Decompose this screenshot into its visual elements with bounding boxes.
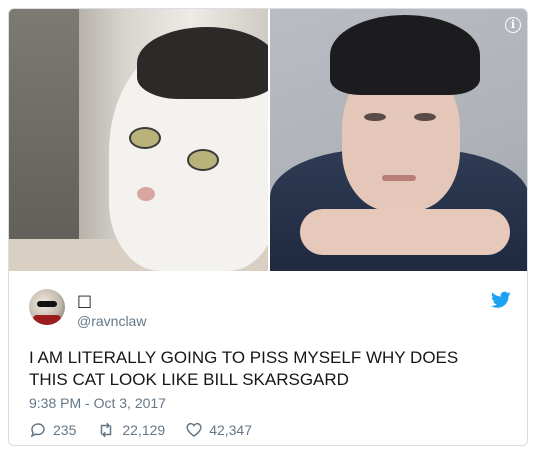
cat-photo[interactable] — [9, 9, 268, 271]
man-photo[interactable]: i — [270, 9, 527, 271]
window-frame — [9, 9, 79, 271]
reply-button[interactable]: 235 — [29, 421, 76, 439]
man-eye-right — [414, 113, 436, 121]
avatar-scarf — [33, 315, 61, 325]
tweet-actions: 235 22,129 42,347 — [29, 421, 272, 439]
cat-eye-left — [129, 127, 161, 149]
reply-icon — [30, 423, 45, 438]
retweet-button[interactable]: 22,129 — [96, 421, 165, 439]
man-mouth — [382, 175, 416, 181]
man-beanie — [330, 15, 480, 95]
cat-black-fur — [137, 27, 268, 99]
man-arms — [300, 209, 510, 255]
tweet-media[interactable]: i — [9, 9, 527, 271]
display-name[interactable]: □ — [77, 291, 92, 310]
heart-icon — [186, 422, 202, 437]
tweet-card: i □ @ravnclaw I AM LITERALLY GOING TO PI… — [8, 8, 528, 446]
avatar[interactable] — [29, 289, 65, 325]
man-eye-left — [364, 113, 386, 121]
user-handle[interactable]: @ravnclaw — [77, 313, 146, 329]
tweet-text: I AM LITERALLY GOING TO PISS MYSELF WHY … — [29, 348, 459, 389]
cat-nose — [137, 187, 155, 201]
retweet-icon — [101, 422, 112, 438]
like-button[interactable]: 42,347 — [185, 421, 252, 439]
avatar-glasses — [37, 301, 57, 307]
reply-count: 235 — [53, 422, 77, 438]
like-count: 42,347 — [209, 422, 253, 438]
tweet-timestamp[interactable]: 9:38 PM - Oct 3, 2017 — [29, 395, 166, 411]
info-icon[interactable]: i — [505, 17, 521, 33]
tweet-body: □ @ravnclaw I AM LITERALLY GOING TO PISS… — [9, 271, 527, 445]
cat-eye-right — [187, 149, 219, 171]
twitter-bird-icon[interactable] — [491, 291, 511, 309]
retweet-count: 22,129 — [122, 422, 166, 438]
